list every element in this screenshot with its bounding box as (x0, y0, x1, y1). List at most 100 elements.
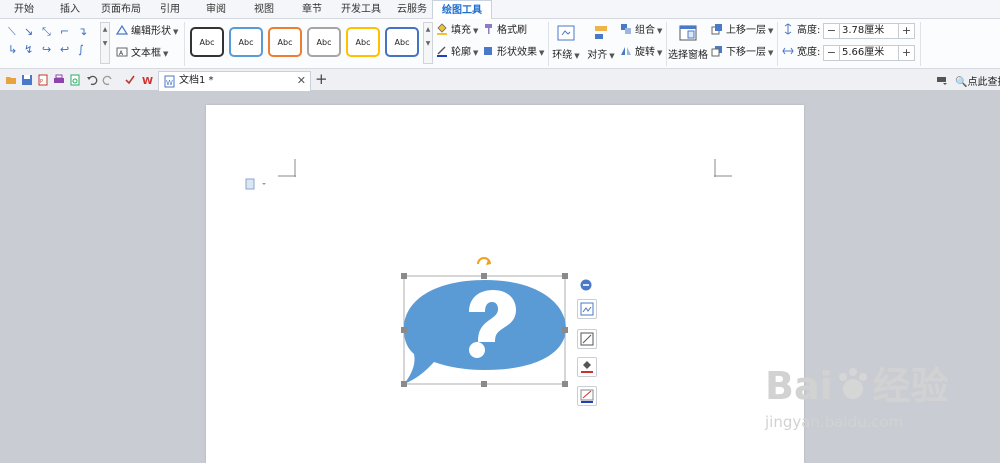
selection-pane-button[interactable]: 选择窗格 (668, 24, 708, 61)
tab-insert[interactable]: 插入 (52, 0, 88, 19)
selection-pane-icon (679, 25, 697, 41)
shape-style-5[interactable]: Abc (346, 27, 380, 57)
document-tab[interactable]: W 文档1 * ✕ (158, 71, 311, 91)
width-decrease-button[interactable]: − (824, 46, 840, 60)
height-label-row: 高度: (782, 23, 820, 39)
width-increase-button[interactable]: + (898, 46, 914, 60)
group-label: 组合 (635, 25, 655, 36)
height-decrease-button[interactable]: − (824, 24, 840, 38)
tab-view[interactable]: 视图 (246, 0, 282, 19)
float-style-button[interactable] (577, 329, 597, 349)
elbow-connector-icon[interactable]: ⌐ (60, 25, 69, 38)
bring-forward-label: 上移一层 (726, 25, 766, 36)
height-increase-button[interactable]: + (898, 24, 914, 38)
tab-review[interactable]: 审阅 (198, 0, 234, 19)
search-label: 点此查找 (967, 77, 1000, 88)
fill-button[interactable]: 填充 ▼ (436, 23, 478, 39)
pen-outline-icon (437, 46, 447, 57)
line-icon[interactable]: ⟍ (8, 25, 16, 39)
align-button[interactable]: 对齐 ▼ (586, 24, 616, 61)
document-tab-title: 文档1 * (179, 75, 214, 86)
elbow-arrow-connector-icon[interactable]: ↴ (78, 25, 87, 38)
double-arrow-line-icon[interactable]: ⤡ (42, 25, 51, 39)
send-backward-label: 下移一层 (726, 47, 766, 58)
wrap-label: 环绕 (552, 50, 573, 61)
document-icon: W (164, 75, 175, 88)
shape-style-2[interactable]: Abc (229, 27, 263, 57)
float-outline-button[interactable] (577, 386, 597, 406)
freeform-line-icon[interactable]: ∫ (78, 43, 84, 56)
elbow-double-arrow-icon[interactable]: ↳ (8, 43, 17, 56)
shape-style-1[interactable]: Abc (190, 27, 224, 57)
tab-chapter[interactable]: 章节 (294, 0, 330, 19)
format-painter-button[interactable]: 格式刷 (482, 23, 527, 39)
close-tab-icon[interactable]: ✕ (297, 72, 306, 90)
margin-corner-top-right (714, 159, 732, 177)
bring-forward-button[interactable]: 上移一层 ▼ (711, 23, 773, 39)
tab-cloud[interactable]: 云服务 (392, 0, 432, 19)
shape-style-3[interactable]: Abc (268, 27, 302, 57)
export-pdf-icon[interactable]: P (37, 74, 49, 86)
svg-text:W: W (142, 76, 153, 86)
checkmark-dropdown-icon[interactable] (124, 74, 136, 86)
tab-drawing-tools[interactable]: 绘图工具 (432, 0, 492, 19)
redo-icon[interactable] (102, 74, 114, 86)
shape-effects-button[interactable]: 形状效果 ▼ (482, 45, 544, 61)
width-input[interactable]: 5.66厘米 (842, 46, 884, 60)
width-stepper[interactable]: − 5.66厘米 + (823, 45, 915, 61)
wps-logo-icon[interactable]: W (142, 74, 154, 86)
send-backward-button[interactable]: 下移一层 ▼ (711, 45, 773, 61)
ribbon-options-icon[interactable] (936, 74, 948, 86)
tab-developer[interactable]: 开发工具 (338, 0, 384, 19)
text-box-icon: A (116, 47, 128, 57)
undo-icon[interactable] (86, 74, 98, 86)
text-box-button[interactable]: A 文本框 ▼ (116, 46, 168, 62)
paw-logo-icon (838, 368, 867, 399)
group-icon (621, 24, 631, 34)
gallery-scroll-arrows[interactable]: ▲ ▼ (100, 22, 110, 64)
width-icon (782, 47, 794, 55)
height-input[interactable]: 3.78厘米 (842, 24, 884, 38)
tab-references[interactable]: 引用 (152, 0, 188, 19)
float-wrap-button[interactable] (577, 299, 597, 319)
outline-pen-icon (580, 389, 594, 403)
shape-style-4[interactable]: Abc (307, 27, 341, 57)
curve-double-arrow-icon[interactable]: ↩ (60, 43, 69, 56)
curved-connector-icon[interactable]: ↯ (24, 43, 33, 56)
collapse-icon[interactable] (580, 279, 592, 291)
outline-label: 轮廓 (451, 47, 471, 58)
open-folder-icon[interactable] (5, 74, 17, 86)
float-fill-button[interactable] (577, 357, 597, 377)
paragraph-layout-icon[interactable] (245, 178, 269, 190)
curved-arrow-connector-icon[interactable]: ↪ (42, 43, 51, 56)
text-box-label: 文本框 (131, 48, 161, 59)
rotate-label: 旋转 (635, 47, 655, 58)
tab-home[interactable]: 开始 (6, 0, 42, 19)
print-preview-icon[interactable] (69, 74, 81, 86)
save-icon[interactable] (21, 74, 33, 86)
shape-style-icon (580, 332, 594, 346)
style-gallery-scroll[interactable]: ▲ ▼ (423, 22, 433, 64)
fill-bucket-icon (581, 361, 593, 373)
height-stepper[interactable]: − 3.78厘米 + (823, 23, 915, 39)
group-button[interactable]: 组合 ▼ (620, 23, 662, 39)
width-label: 宽度: (797, 47, 821, 58)
shape-style-6[interactable]: Abc (385, 27, 419, 57)
arrow-line-icon[interactable]: ↘ (24, 25, 33, 38)
line-shapes-gallery[interactable]: ⟍ ↘ ⤡ ⌐ ↴ ↳ ↯ ↪ ↩ ∫ (2, 21, 98, 65)
document-page[interactable] (206, 105, 804, 463)
rotate-button[interactable]: 旋转 ▼ (620, 45, 662, 61)
ribbon-drawing-tools: ⟍ ↘ ⤡ ⌐ ↴ ↳ ↯ ↪ ↩ ∫ ▲ ▼ 编辑形状 ▼ A 文本框 ▼ Abc A… (0, 19, 1000, 69)
print-icon[interactable] (53, 74, 65, 86)
margin-corner-top-left (278, 159, 296, 177)
search-box[interactable]: 🔍点此查找 (955, 73, 1000, 88)
wrap-text-icon (557, 25, 575, 41)
wrap-layout-icon (580, 302, 594, 316)
watermark-url: jingyan.baidu.com (765, 413, 904, 431)
watermark-bai-text: Bai (765, 364, 833, 408)
new-tab-icon[interactable]: + (315, 70, 328, 88)
edit-shape-button[interactable]: 编辑形状 ▼ (116, 24, 178, 40)
outline-button[interactable]: 轮廓 ▼ (436, 45, 478, 61)
wrap-button[interactable]: 环绕 ▼ (552, 24, 580, 61)
tab-page-layout[interactable]: 页面布局 (98, 0, 144, 19)
